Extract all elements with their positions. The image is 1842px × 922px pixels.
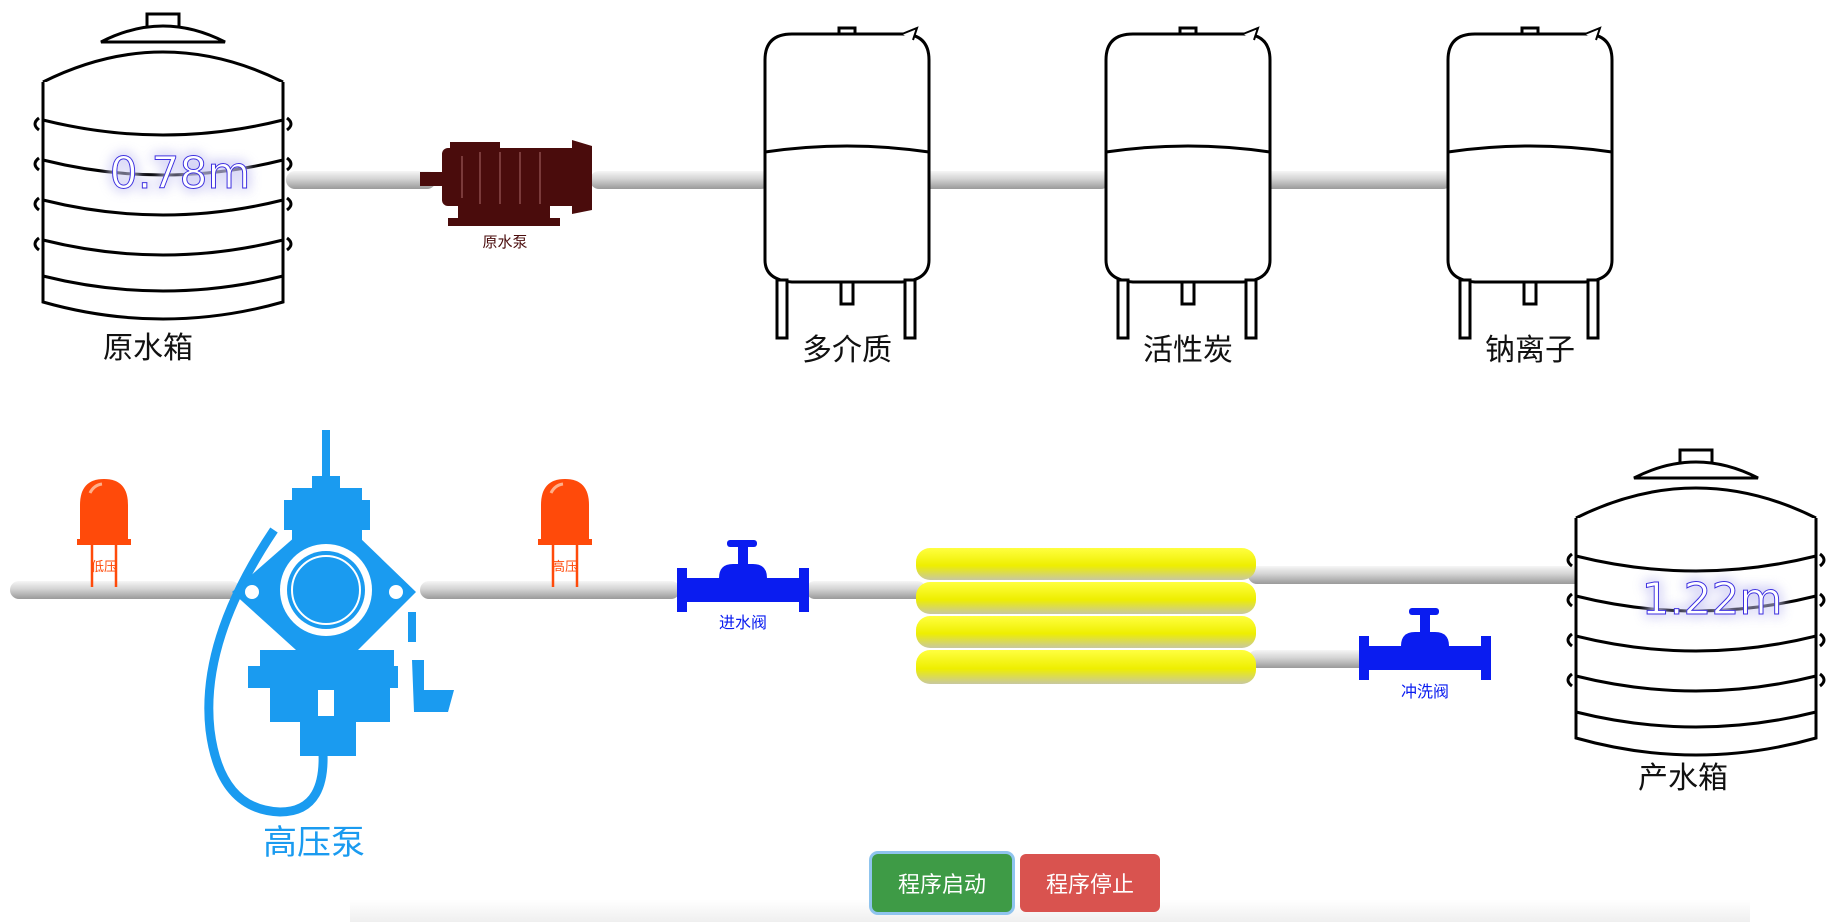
- pipe-top-2: [590, 171, 770, 189]
- raw-water-tank-label: 原水箱: [103, 331, 193, 366]
- pipe-top-1: [286, 171, 436, 189]
- pipe-bottom-1: [10, 581, 240, 599]
- high-pressure-lamp-label: 高压: [552, 559, 578, 575]
- inlet-valve[interactable]: [677, 540, 809, 612]
- raw-water-pump-label: 原水泵: [482, 233, 527, 251]
- pipe-top-3: [920, 171, 1110, 189]
- multimedia-filter[interactable]: [763, 26, 931, 340]
- product-water-tank-level: 1.22m: [1642, 574, 1783, 625]
- activated-carbon-filter[interactable]: [1104, 26, 1272, 340]
- low-pressure-lamp-label: 低压: [91, 560, 117, 575]
- pipe-bottom-5: [1248, 650, 1368, 668]
- ro-membrane-stack[interactable]: [916, 548, 1256, 684]
- raw-water-tank-level: 0.78m: [110, 148, 251, 199]
- pipe-bottom-3: [806, 581, 926, 599]
- raw-water-pump[interactable]: [420, 140, 592, 226]
- pipe-top-4: [1262, 171, 1452, 189]
- pipe-bottom-2: [420, 581, 680, 599]
- stop-program-button[interactable]: 程序停止: [1020, 854, 1160, 912]
- ro-membrane-4: [916, 650, 1256, 684]
- pipe-bottom-4: [1248, 566, 1588, 584]
- inlet-valve-label: 进水阀: [719, 613, 767, 632]
- multimedia-filter-label: 多介质: [802, 333, 892, 368]
- sodium-ion-filter[interactable]: [1446, 26, 1614, 340]
- activated-carbon-filter-label: 活性炭: [1143, 333, 1233, 368]
- flush-valve[interactable]: [1359, 608, 1491, 680]
- ro-membrane-3: [916, 616, 1256, 648]
- product-water-tank-label: 产水箱: [1638, 761, 1728, 796]
- ro-membrane-1: [916, 548, 1256, 580]
- start-program-button[interactable]: 程序启动: [872, 854, 1012, 912]
- high-pressure-pump[interactable]: [204, 430, 454, 817]
- flush-valve-label: 冲洗阀: [1401, 682, 1449, 701]
- ro-membrane-2: [916, 582, 1256, 614]
- sodium-ion-filter-label: 钠离子: [1485, 333, 1575, 368]
- high-pressure-pump-label: 高压泵: [263, 823, 365, 863]
